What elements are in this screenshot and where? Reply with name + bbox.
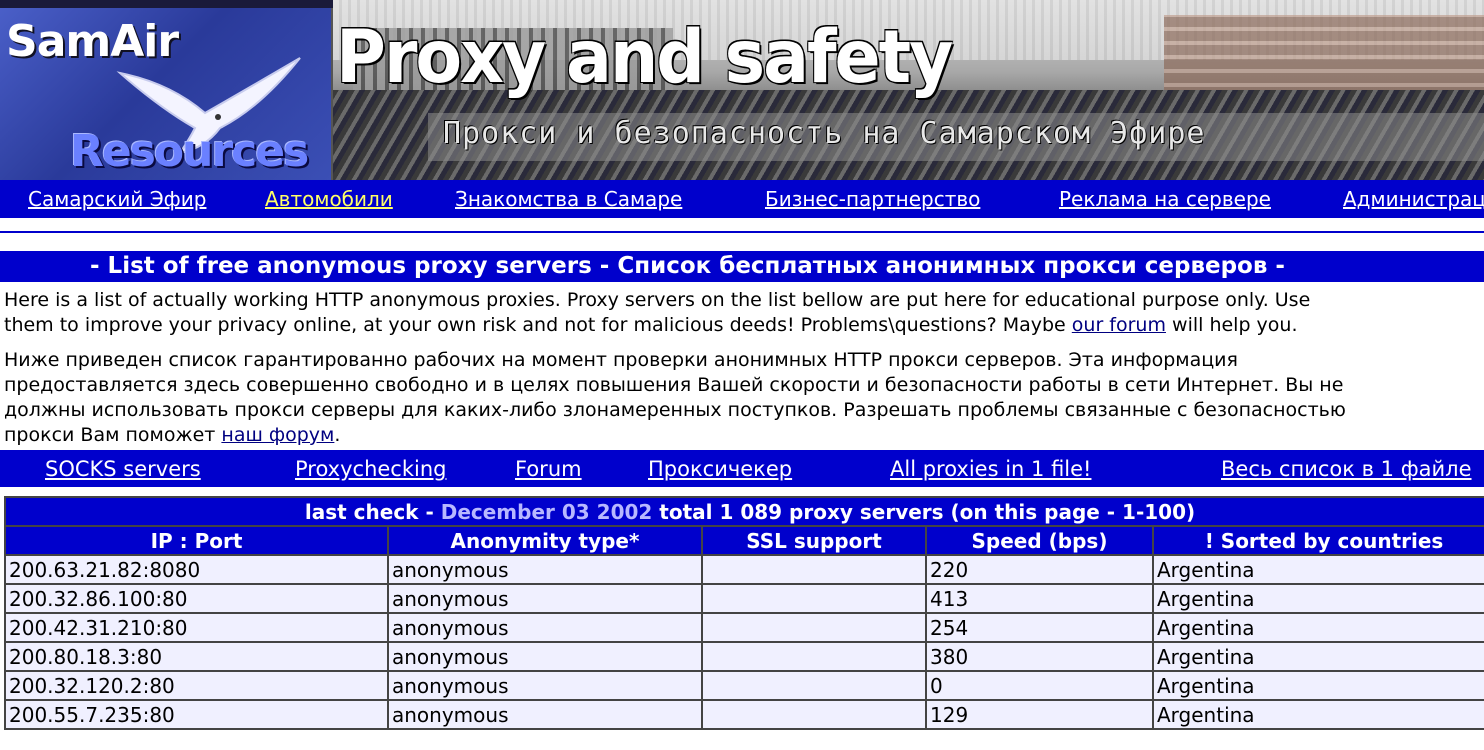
intro-ru-line4: прокси Вам поможет наш форум. [4, 423, 1484, 448]
table-caption: last check - December 03 2002 total 1 08… [3, 496, 1484, 527]
anonymity-cell: anonymous [387, 699, 703, 730]
table-caption-row: last check - December 03 2002 total 1 08… [3, 496, 1484, 527]
ssl-cell [701, 554, 927, 585]
table-row: 200.55.7.235:80 anonymous 129 Argentina [4, 699, 1484, 730]
speed-cell: 220 [925, 554, 1154, 585]
country-cell: Argentina [1151, 554, 1484, 585]
ip-port-cell: 200.42.31.210:80 [4, 612, 389, 643]
table-row: 200.42.31.210:80 anonymous 254 Argentina [4, 612, 1484, 643]
intro-en-text: them to improve your privacy online, at … [4, 314, 1072, 336]
nav-link-5[interactable]: Администрац [1343, 187, 1484, 211]
secondary-nav-link-0[interactable]: SOCKS servers [45, 457, 201, 481]
table-header-row: IP : Port Anonymity type* SSL support Sp… [4, 525, 1484, 556]
caption-label: last check - [304, 499, 441, 524]
secondary-nav-link-3[interactable]: Проксичекер [648, 457, 792, 481]
ssl-cell [701, 670, 927, 701]
ssl-cell [701, 699, 927, 730]
secondary-nav: SOCKS servers Proxychecking Forum Проксичек… [0, 450, 1484, 487]
logo-text-resources: Resources [70, 126, 309, 177]
logo-text-samair: SamAir [6, 16, 179, 67]
anonymity-cell: anonymous [387, 670, 703, 701]
ip-port-cell: 200.80.18.3:80 [4, 641, 389, 672]
intro-en: Here is a list of actually working HTTP … [0, 283, 1484, 343]
speed-cell: 413 [925, 583, 1154, 614]
nav-link-1[interactable]: Автомобили [265, 187, 393, 211]
col-header-ssl: SSL support [701, 525, 927, 556]
intro-en-line2: them to improve your privacy online, at … [4, 313, 1484, 338]
col-header-ip-port: IP : Port [4, 525, 389, 556]
anonymity-cell: anonymous [387, 554, 703, 585]
col-header-anonymity: Anonymity type* [387, 525, 703, 556]
intro-ru-text-end: . [334, 424, 341, 446]
ssl-cell [701, 641, 927, 672]
banner-title: Proxy and safety [336, 14, 953, 101]
last-check-date: December 03 2002 [440, 499, 653, 524]
secondary-nav-link-2[interactable]: Forum [515, 457, 582, 481]
secondary-nav-link-5[interactable]: Весь список в 1 файле [1221, 457, 1472, 481]
ip-port-cell: 200.32.120.2:80 [4, 670, 389, 701]
table-row: 200.80.18.3:80 anonymous 380 Argentina [4, 641, 1484, 672]
table-row: 200.32.120.2:80 anonymous 0 Argentina [4, 670, 1484, 701]
country-cell: Argentina [1151, 699, 1484, 730]
ssl-cell [701, 612, 927, 643]
speed-cell: 380 [925, 641, 1154, 672]
intro-ru-line1: Ниже приведен список гарантированно рабо… [4, 349, 1238, 371]
country-cell: Argentina [1151, 670, 1484, 701]
site-banner: SamAir Resources Proxy and safety Прокси… [0, 0, 1484, 180]
table-row: 200.32.86.100:80 anonymous 413 Argentina [4, 583, 1484, 614]
top-nav: Самарский Эфир Автомобили Знакомства в Сам… [0, 180, 1484, 218]
secondary-nav-link-4[interactable]: All proxies in 1 file! [890, 457, 1091, 481]
intro-ru-line2: предоставляется здесь совершенно свободн… [4, 374, 1344, 396]
ssl-cell [701, 583, 927, 614]
anonymity-cell: anonymous [387, 612, 703, 643]
intro-ru-line3: должны использовать прокси серверы для к… [4, 399, 1346, 421]
intro-ru-text: прокси Вам поможет [4, 424, 222, 446]
anonymity-cell: anonymous [387, 583, 703, 614]
col-header-country[interactable]: ! Sorted by countries [1151, 525, 1484, 556]
country-cell: Argentina [1151, 612, 1484, 643]
caption-total: total 1 089 proxy servers (on this page … [652, 499, 1196, 524]
speed-cell: 0 [925, 670, 1154, 701]
intro-en-text-end: will help you. [1165, 314, 1298, 336]
speed-cell: 254 [925, 612, 1154, 643]
ip-port-cell: 200.32.86.100:80 [4, 583, 389, 614]
country-cell: Argentina [1151, 583, 1484, 614]
anonymity-cell: anonymous [387, 641, 703, 672]
nav-link-0[interactable]: Самарский Эфир [28, 187, 206, 211]
page-heading: - List of free anonymous proxy servers -… [0, 251, 1484, 282]
table-row: 200.63.21.82:8080 anonymous 220 Argentina [4, 554, 1484, 585]
divider [0, 231, 1484, 233]
secondary-nav-link-1[interactable]: Proxychecking [295, 457, 446, 481]
samair-logo[interactable]: SamAir Resources [0, 8, 333, 180]
our-forum-link[interactable]: our forum [1072, 314, 1166, 336]
country-cell: Argentina [1151, 641, 1484, 672]
intro-ru: Ниже приведен список гарантированно рабо… [0, 344, 1484, 448]
ip-port-cell: 200.63.21.82:8080 [4, 554, 389, 585]
col-header-speed: Speed (bps) [925, 525, 1154, 556]
nav-link-2[interactable]: Знакомства в Самаре [455, 187, 682, 211]
ip-port-cell: 200.55.7.235:80 [4, 699, 389, 730]
intro-en-line1: Here is a list of actually working HTTP … [4, 289, 1311, 311]
proxy-table: last check - December 03 2002 total 1 08… [3, 496, 1484, 730]
banner-subtitle: Прокси и безопасность на Самарском Эфире [443, 116, 1206, 151]
speed-cell: 129 [925, 699, 1154, 730]
nav-link-3[interactable]: Бизнес-партнерство [765, 187, 980, 211]
nav-link-4[interactable]: Реклама на сервере [1059, 187, 1271, 211]
nash-forum-link[interactable]: наш форум [221, 424, 334, 446]
page-heading-text: - List of free anonymous proxy servers -… [90, 253, 1285, 279]
